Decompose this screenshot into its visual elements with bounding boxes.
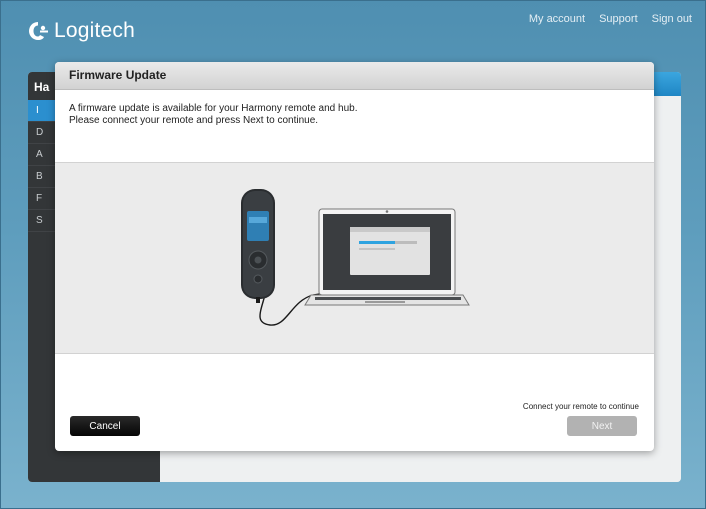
firmware-update-dialog: Firmware Update A firmware update is ava…	[55, 62, 654, 451]
sidebar-title: Ha	[34, 80, 50, 94]
message-line-2: Please connect your remote and press Nex…	[69, 115, 319, 126]
dialog-title: Firmware Update	[69, 68, 167, 82]
dialog-header: Firmware Update	[55, 62, 654, 90]
connection-illustration	[55, 162, 654, 354]
account-links: My account Support Sign out	[529, 13, 692, 25]
connection-status-note: Connect your remote to continue	[522, 402, 639, 411]
harmony-remote-icon	[241, 189, 275, 303]
laptop-icon	[304, 208, 470, 306]
logitech-logo-icon	[26, 19, 50, 43]
support-link[interactable]: Support	[599, 13, 638, 25]
dialog-message: A firmware update is available for your …	[69, 103, 357, 127]
cancel-button[interactable]: Cancel	[70, 416, 140, 436]
message-line-1: A firmware update is available for your …	[69, 103, 358, 114]
sign-out-link[interactable]: Sign out	[652, 13, 692, 25]
brand-name: Logitech	[54, 19, 135, 42]
next-button[interactable]: Next	[567, 416, 637, 436]
my-account-link[interactable]: My account	[529, 13, 585, 25]
logitech-logo: Logitech	[26, 17, 135, 45]
